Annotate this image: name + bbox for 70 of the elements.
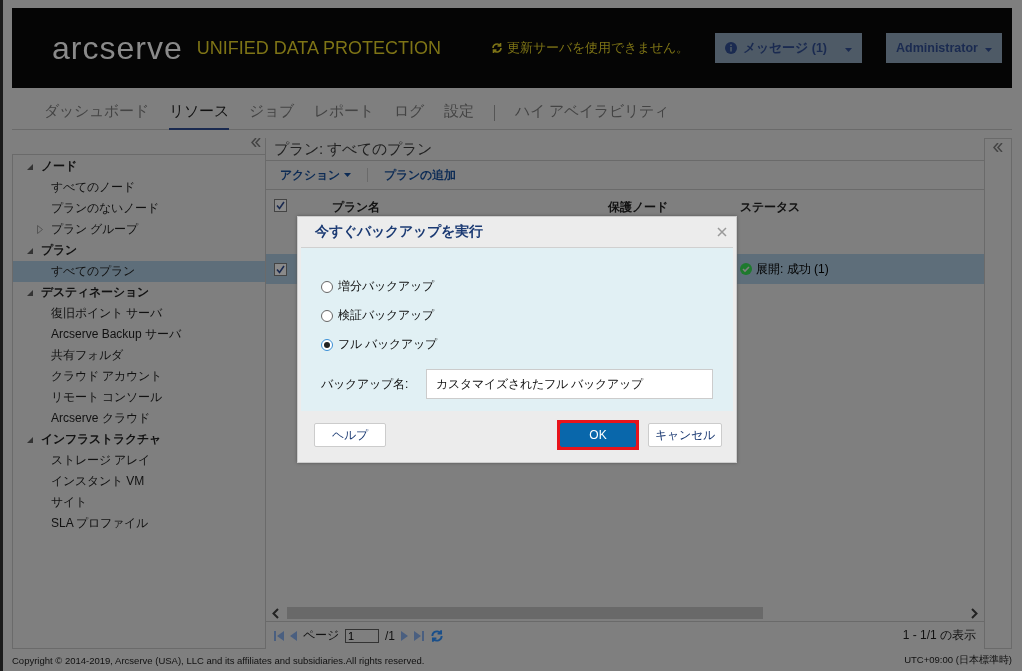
close-icon[interactable] bbox=[717, 227, 727, 237]
expanded-triangle-icon[interactable] bbox=[27, 247, 33, 254]
option-label[interactable]: フル バックアップ bbox=[338, 336, 438, 353]
backup-name-label: バックアップ名: bbox=[321, 375, 410, 393]
scroll-right-icon[interactable] bbox=[971, 607, 978, 619]
expanded-triangle-icon[interactable] bbox=[27, 163, 33, 170]
row-checkbox[interactable] bbox=[274, 262, 287, 276]
cancel-button[interactable]: キャンセル bbox=[648, 423, 722, 447]
tree-item[interactable]: プラン グループ bbox=[13, 219, 265, 240]
check-circle-icon bbox=[740, 263, 752, 275]
status-text: 展開: 成功 (1) bbox=[756, 260, 829, 278]
radio-button[interactable] bbox=[321, 309, 333, 322]
tree-item[interactable]: 共有フォルダ bbox=[13, 345, 265, 366]
expanded-triangle-icon[interactable] bbox=[27, 289, 33, 296]
tree-item[interactable]: プランのないノード bbox=[13, 198, 265, 219]
tree-item[interactable]: すべてのノード bbox=[13, 177, 265, 198]
nav-tab[interactable]: レポート bbox=[314, 95, 374, 130]
tree-item[interactable]: デスティネーション bbox=[13, 282, 265, 303]
update-notice-text: 更新サーバを使用できません。 bbox=[507, 39, 690, 57]
page-summary: 1 - 1/1 の表示 bbox=[902, 627, 976, 644]
tree-item[interactable]: リモート コンソール bbox=[13, 387, 265, 408]
nav-tab[interactable]: ダッシュボード bbox=[44, 95, 149, 130]
tree-item[interactable]: Arcserve Backup サーバ bbox=[13, 324, 265, 345]
product-name: UNIFIED DATA PROTECTION bbox=[196, 37, 442, 59]
backup-name-field[interactable]: カスタマイズされたフル バックアップ bbox=[426, 369, 713, 399]
help-button[interactable]: ヘルプ bbox=[314, 423, 386, 447]
tree-item[interactable]: インフラストラクチャ bbox=[13, 429, 265, 450]
caret-icon bbox=[985, 48, 992, 52]
page-title: プラン: すべてのプラン bbox=[273, 138, 434, 159]
refresh-icon bbox=[491, 42, 504, 54]
select-all-checkbox[interactable] bbox=[274, 199, 287, 212]
tree-item[interactable]: ノード bbox=[13, 156, 265, 177]
radio-button[interactable] bbox=[321, 338, 333, 351]
collapse-icon[interactable] bbox=[251, 138, 261, 147]
caret-icon bbox=[845, 48, 852, 52]
radio-button[interactable] bbox=[321, 280, 333, 293]
info-icon bbox=[725, 42, 738, 54]
add-plan-link[interactable]: プランの追加 bbox=[384, 166, 456, 184]
tree-item[interactable]: クラウド アカウント bbox=[13, 366, 265, 387]
nav-tab[interactable]: 設定 bbox=[444, 95, 474, 130]
logo-text: arcserve bbox=[52, 29, 183, 67]
timezone-text: UTC+09:00 (日本標準時) bbox=[904, 653, 1012, 667]
caret-icon bbox=[344, 173, 351, 177]
copyright-text: Copyright © 2014-2019, Arcserve (USA), LLC and its affiliates and subsidiaries.All rights reserved. bbox=[12, 654, 425, 666]
nav-tab[interactable]: リソース bbox=[169, 95, 229, 130]
page-total: /1 bbox=[385, 628, 395, 643]
page-label: ページ bbox=[303, 627, 339, 644]
tree-item[interactable]: ストレージ アレイ bbox=[13, 450, 265, 471]
tree-item[interactable]: Arcserve クラウド bbox=[13, 408, 265, 429]
option-label[interactable]: 増分バックアップ bbox=[338, 278, 434, 295]
column-header[interactable]: ステータス bbox=[740, 199, 840, 216]
collapsed-triangle-icon[interactable] bbox=[37, 225, 43, 234]
ok-button[interactable]: OK bbox=[560, 423, 636, 447]
tree-item[interactable]: サイト bbox=[13, 492, 265, 513]
nav-tab[interactable]: ログ bbox=[394, 95, 424, 130]
actions-menu[interactable]: アクション bbox=[280, 166, 351, 184]
refresh-icon[interactable] bbox=[430, 628, 444, 643]
tree-item[interactable]: インスタント VM bbox=[13, 471, 265, 492]
expanded-triangle-icon[interactable] bbox=[27, 436, 33, 443]
column-header[interactable]: 保護ノード bbox=[608, 199, 740, 216]
page-input[interactable]: 1 bbox=[345, 628, 379, 643]
scroll-left-icon[interactable] bbox=[272, 607, 279, 619]
column-header[interactable]: プラン名 bbox=[332, 199, 608, 216]
tree-item[interactable]: すべてのプラン bbox=[13, 261, 265, 282]
option-label[interactable]: 検証バックアップ bbox=[338, 307, 434, 324]
tree-item[interactable]: SLA プロファイル bbox=[13, 513, 265, 534]
tree-item[interactable]: 復旧ポイント サーバ bbox=[13, 303, 265, 324]
collapse-icon[interactable] bbox=[993, 143, 1003, 152]
tree-item[interactable]: プラン bbox=[13, 240, 265, 261]
dialog-title: 今すぐバックアップを実行 bbox=[315, 223, 483, 241]
